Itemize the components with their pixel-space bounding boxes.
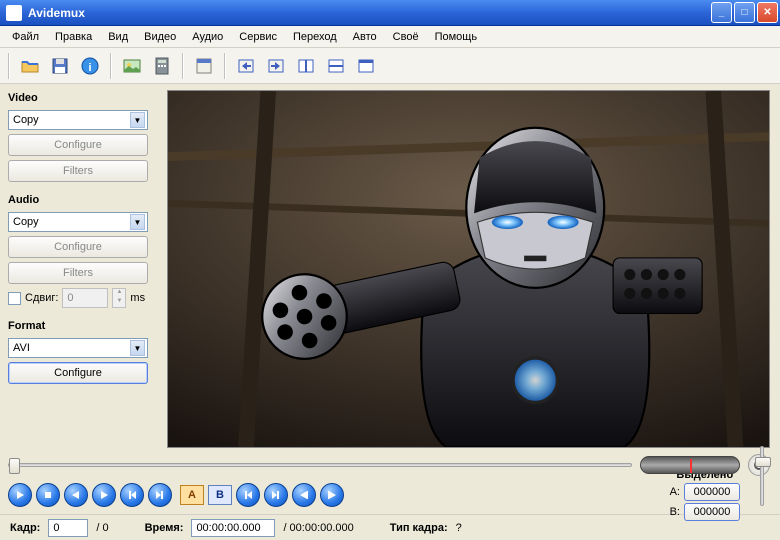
image-icon[interactable] (118, 52, 146, 80)
marker-b-value[interactable]: 000000 (684, 503, 740, 521)
format-section-label: Format (8, 320, 157, 332)
menu-авто[interactable]: Авто (345, 26, 385, 47)
menu-помощь[interactable]: Помощь (427, 26, 486, 47)
split-vertical-icon[interactable] (292, 52, 320, 80)
volume-slider[interactable] (760, 446, 764, 506)
split-horizontal-icon[interactable] (322, 52, 350, 80)
play-button[interactable] (8, 483, 32, 507)
window-icon[interactable] (352, 52, 380, 80)
next-frame-button[interactable] (92, 483, 116, 507)
audio-shift-row: Сдвиг: 0 ▲▼ ms (8, 288, 157, 308)
stop-button[interactable] (36, 483, 60, 507)
minimize-button[interactable]: _ (711, 2, 732, 23)
timeline-slider[interactable] (8, 463, 632, 467)
chevron-down-icon: ▼ (130, 340, 145, 356)
menubar: ФайлПравкаВидВидеоАудиоСервисПереходАвто… (0, 26, 780, 48)
menu-переход[interactable]: Переход (285, 26, 345, 47)
frametype-value: ? (456, 522, 462, 534)
video-section-label: Video (8, 92, 157, 104)
volume-thumb[interactable] (755, 457, 771, 467)
chevron-down-icon: ▼ (130, 112, 145, 128)
video-filters-button[interactable]: Filters (8, 160, 148, 182)
time-label: Время: (145, 522, 184, 534)
menu-правка[interactable]: Правка (47, 26, 100, 47)
status-bar: Кадр: 0 / 0 Время: 00:00:00.000 / 00:00:… (0, 514, 780, 540)
arrow-in-left-icon[interactable] (232, 52, 260, 80)
audio-shift-label: Сдвиг: (25, 292, 58, 304)
audio-codec-select[interactable]: Copy ▼ (8, 212, 148, 232)
calculator-icon[interactable] (148, 52, 176, 80)
marker-a-value[interactable]: 000000 (684, 483, 740, 501)
audio-shift-spinner[interactable]: ▲▼ (112, 288, 126, 308)
app-icon (6, 5, 22, 21)
video-configure-button[interactable]: Configure (8, 134, 148, 156)
next-keyframe-button[interactable] (148, 483, 172, 507)
info-icon[interactable]: i (76, 52, 104, 80)
timeline-thumb[interactable] (9, 458, 20, 474)
open-folder-icon[interactable] (16, 52, 44, 80)
frame-input[interactable]: 0 (48, 519, 88, 537)
audio-filters-button[interactable]: Filters (8, 262, 148, 284)
frame-label: Кадр: (10, 522, 40, 534)
marker-b-label: B: (670, 506, 680, 518)
toolbar: i (0, 48, 780, 84)
selection-block: Выделено A: 000000 B: 000000 (670, 469, 770, 521)
menu-файл[interactable]: Файл (4, 26, 47, 47)
frametype-label: Тип кадра: (390, 522, 448, 534)
menu-своё[interactable]: Своё (385, 26, 427, 47)
prev-frame-button[interactable] (64, 483, 88, 507)
prev-keyframe-button[interactable] (120, 483, 144, 507)
audio-shift-unit: ms (130, 292, 145, 304)
save-icon[interactable] (46, 52, 74, 80)
menu-аудио[interactable]: Аудио (184, 26, 231, 47)
frame-total: / 0 (96, 522, 108, 534)
arrow-in-right-icon[interactable] (262, 52, 290, 80)
set-marker-b-button[interactable]: B (208, 485, 232, 505)
format-configure-button[interactable]: Configure (8, 362, 148, 384)
time-total: / 00:00:00.000 (283, 522, 353, 534)
menu-вид[interactable]: Вид (100, 26, 136, 47)
main-area: Video Copy ▼ Configure Filters Audio Cop… (0, 84, 780, 454)
set-marker-a-button[interactable]: A (180, 485, 204, 505)
goto-end-button[interactable] (264, 483, 288, 507)
maximize-button[interactable]: □ (734, 2, 755, 23)
next-black-button[interactable] (320, 483, 344, 507)
audio-section-label: Audio (8, 194, 157, 206)
playback-controls: A B Выделено A: 000000 B: 000000 (0, 476, 780, 514)
app-icon[interactable] (190, 52, 218, 80)
menu-видео[interactable]: Видео (136, 26, 184, 47)
time-input[interactable]: 00:00:00.000 (191, 519, 275, 537)
audio-codec-value: Copy (13, 216, 39, 228)
goto-start-button[interactable] (236, 483, 260, 507)
video-codec-value: Copy (13, 114, 39, 126)
audio-shift-input[interactable]: 0 (62, 288, 108, 308)
titlebar: Avidemux _ □ ✕ (0, 0, 780, 26)
menu-сервис[interactable]: Сервис (231, 26, 285, 47)
prev-black-button[interactable] (292, 483, 316, 507)
sidebar: Video Copy ▼ Configure Filters Audio Cop… (0, 84, 165, 454)
format-value: AVI (13, 342, 30, 354)
audio-shift-checkbox[interactable] (8, 292, 21, 305)
video-codec-select[interactable]: Copy ▼ (8, 110, 148, 130)
svg-text:i: i (88, 62, 91, 74)
timeline-row (0, 454, 780, 476)
window-title: Avidemux (26, 6, 709, 20)
marker-a-label: A: (670, 486, 680, 498)
chevron-down-icon: ▼ (130, 214, 145, 230)
close-button[interactable]: ✕ (757, 2, 778, 23)
format-select[interactable]: AVI ▼ (8, 338, 148, 358)
audio-configure-button[interactable]: Configure (8, 236, 148, 258)
video-preview (167, 90, 770, 448)
jog-wheel[interactable] (640, 456, 740, 474)
